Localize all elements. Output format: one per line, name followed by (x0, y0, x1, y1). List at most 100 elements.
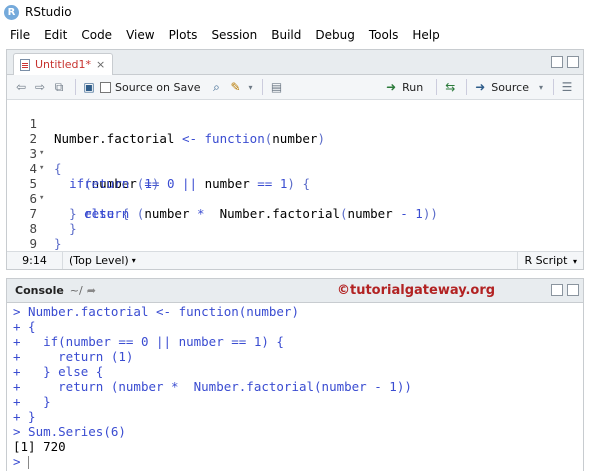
menu-edit[interactable]: Edit (37, 28, 74, 42)
title-bar: R RStudio (0, 0, 590, 24)
console-pane: Console ~/ ➦ ©tutorialgateway.org > Numb… (6, 278, 584, 471)
search-icon[interactable]: ⌕ (208, 79, 224, 95)
maximize-pane-icon[interactable] (567, 56, 579, 68)
code-line: 5 ▾ } else { (7, 161, 583, 221)
menu-help[interactable]: Help (405, 28, 446, 42)
run-button[interactable]: Run (402, 81, 423, 94)
file-type-label: R Script (524, 254, 568, 267)
console-title[interactable]: Console (15, 284, 64, 297)
chevron-down-icon[interactable]: ▾ (246, 79, 254, 95)
console-line: + return (1) (13, 349, 133, 364)
close-tab-icon[interactable]: × (96, 58, 105, 71)
r-script-file-icon (20, 58, 30, 71)
show-in-window-icon[interactable]: ⧉ (51, 79, 67, 95)
tab-label: Untitled1* (35, 58, 92, 71)
console-line: + if(number == 0 || number == 1) { (13, 334, 284, 349)
code-line: 6 return (number * Number.factorial(numb… (7, 176, 583, 221)
console-input: { (20, 319, 36, 334)
prompt: + (13, 409, 21, 424)
rstudio-logo-icon: R (4, 4, 19, 20)
source-button[interactable]: Source (491, 81, 529, 94)
code-editor[interactable]: 1 Number.factorial <- function(number) 2… (7, 101, 583, 266)
rerun-icon[interactable]: ⇆ (442, 79, 458, 95)
tab-untitled1[interactable]: Untitled1* × (13, 53, 113, 75)
menu-code[interactable]: Code (74, 28, 119, 42)
menu-tools[interactable]: Tools (362, 28, 406, 42)
save-icon[interactable]: ▣ (81, 79, 97, 95)
console-line: + { (13, 319, 36, 334)
code-tools-wand-icon[interactable]: ✎ (227, 79, 243, 95)
code-line: 7 } (7, 191, 583, 236)
console-input: } (20, 409, 36, 424)
console-line: > Sum.Series(6) (13, 424, 126, 439)
console-line: + return (number * Number.factorial(numb… (13, 379, 412, 394)
minimize-pane-icon[interactable] (551, 284, 563, 296)
console-input (21, 454, 29, 469)
prompt: + (13, 334, 21, 349)
console-line: + } else { (13, 364, 103, 379)
source-arrow-icon[interactable]: ➜ (472, 79, 488, 95)
document-outline-icon[interactable]: ☰ (559, 79, 575, 95)
line-number: 9 (29, 236, 37, 251)
code-line: 8 } (7, 206, 583, 251)
chevron-down-icon: ▾ (572, 257, 577, 266)
console-input: Number.factorial <- function(number) (20, 304, 299, 319)
code-line: 4 return (1) (7, 146, 583, 191)
editor-status-bar: 9:14 (Top Level) ▾ R Script ▾ (7, 251, 583, 269)
file-type-selector[interactable]: R Script ▾ (517, 252, 583, 269)
source-editor-pane: Untitled1* × ⇦ ⇨ ⧉ ▣ Source on Save ⌕ ✎ … (6, 49, 584, 270)
console-line: + } (13, 409, 36, 424)
scope-label: (Top Level) (69, 254, 129, 267)
code-line: 2 ▾ { (7, 116, 583, 176)
toolbar-divider (466, 79, 468, 95)
cursor-position: 9:14 (7, 252, 63, 269)
prompt: + (13, 379, 21, 394)
console-line: > (13, 454, 30, 469)
console-input: Sum.Series(6) (20, 424, 126, 439)
menu-debug[interactable]: Debug (308, 28, 361, 42)
menu-plots[interactable]: Plots (162, 28, 205, 42)
menu-file[interactable]: File (3, 28, 37, 42)
code-line: 1 Number.factorial <- function(number) (7, 101, 583, 146)
compile-report-icon[interactable]: ▤ (268, 79, 284, 95)
app-title: RStudio (25, 5, 72, 19)
run-arrow-icon[interactable]: ➜ (383, 79, 399, 95)
prompt: + (13, 394, 21, 409)
toolbar-divider (553, 79, 554, 95)
console-line: + } (13, 394, 51, 409)
scope-selector[interactable]: (Top Level) ▾ (63, 254, 136, 267)
console-line: [1] 720 (13, 439, 66, 454)
back-arrow-icon[interactable]: ⇦ (13, 79, 29, 95)
chevron-down-icon[interactable]: ▾ (537, 79, 545, 95)
menu-build[interactable]: Build (264, 28, 308, 42)
code-line: 9 Sum.Series(6) (7, 221, 583, 266)
console-cursor (28, 456, 30, 469)
forward-arrow-icon[interactable]: ⇨ (32, 79, 48, 95)
watermark-text: ©tutorialgateway.org (337, 283, 496, 298)
console-output[interactable]: > Number.factorial <- function(number) +… (7, 304, 583, 470)
go-to-directory-icon[interactable]: ➦ (87, 284, 96, 297)
prompt: + (13, 364, 21, 379)
prompt: + (13, 319, 21, 334)
editor-toolbar: ⇦ ⇨ ⧉ ▣ Source on Save ⌕ ✎ ▾ ▤ ➜ Run ⇆ ➜… (7, 75, 583, 100)
console-input: if(number == 0 || number == 1) { (20, 334, 284, 349)
toolbar-divider (75, 79, 76, 95)
toolbar-divider (262, 79, 264, 95)
console-line: > Number.factorial <- function(number) (13, 304, 299, 319)
console-result: [1] 720 (13, 439, 66, 454)
console-input: } else { (20, 364, 104, 379)
maximize-pane-icon[interactable] (567, 284, 579, 296)
menu-bar: File Edit Code View Plots Session Build … (0, 24, 590, 45)
source-on-save-checkbox[interactable] (100, 81, 111, 93)
working-directory: ~/ (69, 284, 83, 297)
prompt: > (13, 454, 21, 469)
menu-view[interactable]: View (119, 28, 161, 42)
editor-tab-strip: Untitled1* × (7, 50, 583, 75)
console-input: return (1) (20, 349, 134, 364)
prompt: > (13, 304, 21, 319)
menu-session[interactable]: Session (204, 28, 264, 42)
code-line: 3 ▾ if(number == 0 || number == 1) { (7, 131, 583, 191)
minimize-pane-icon[interactable] (551, 56, 563, 68)
console-input: } (20, 394, 51, 409)
prompt: > (13, 424, 21, 439)
